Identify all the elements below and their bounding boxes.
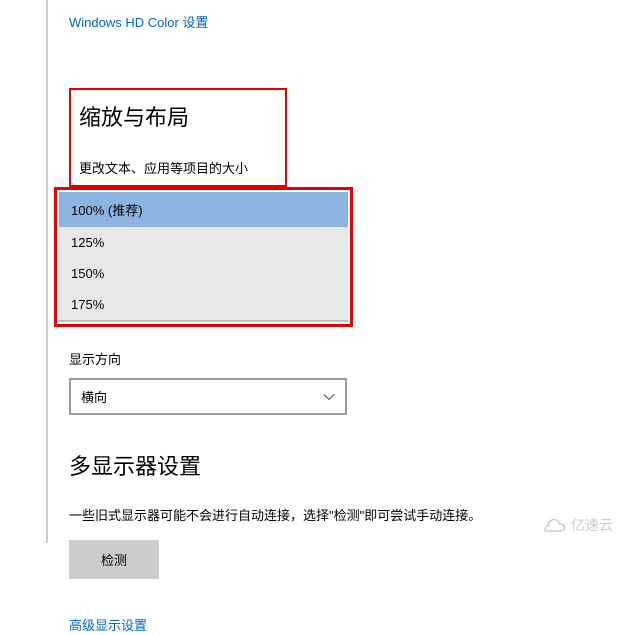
multi-monitor-title: 多显示器设置 bbox=[69, 449, 633, 481]
cloud-icon bbox=[543, 517, 567, 533]
orientation-select[interactable]: 横向 bbox=[69, 378, 347, 415]
scaling-option-175[interactable]: 175% bbox=[59, 289, 348, 320]
text-size-label: 更改文本、应用等项目的大小 bbox=[79, 158, 277, 177]
orientation-value: 横向 bbox=[81, 387, 107, 406]
vertical-divider bbox=[46, 0, 48, 543]
scaling-header-highlight: 缩放与布局 更改文本、应用等项目的大小 bbox=[69, 88, 287, 187]
scaling-section-title: 缩放与布局 bbox=[79, 100, 277, 132]
scaling-dropdown-list[interactable]: 100% (推荐) 125% 150% 175% bbox=[59, 192, 348, 322]
hd-color-link[interactable]: Windows HD Color 设置 bbox=[69, 12, 208, 31]
scaling-option-100[interactable]: 100% (推荐) bbox=[59, 192, 348, 227]
orientation-label: 显示方向 bbox=[69, 349, 633, 368]
scaling-option-125[interactable]: 125% bbox=[59, 227, 348, 258]
watermark-text: 亿速云 bbox=[571, 515, 613, 535]
chevron-down-icon bbox=[323, 391, 335, 403]
watermark: 亿速云 bbox=[543, 515, 613, 535]
scaling-option-150[interactable]: 150% bbox=[59, 258, 348, 289]
scaling-dropdown-highlight: 100% (推荐) 125% 150% 175% bbox=[54, 187, 353, 327]
advanced-display-link[interactable]: 高级显示设置 bbox=[69, 615, 147, 634]
detect-button[interactable]: 检测 bbox=[69, 540, 159, 579]
